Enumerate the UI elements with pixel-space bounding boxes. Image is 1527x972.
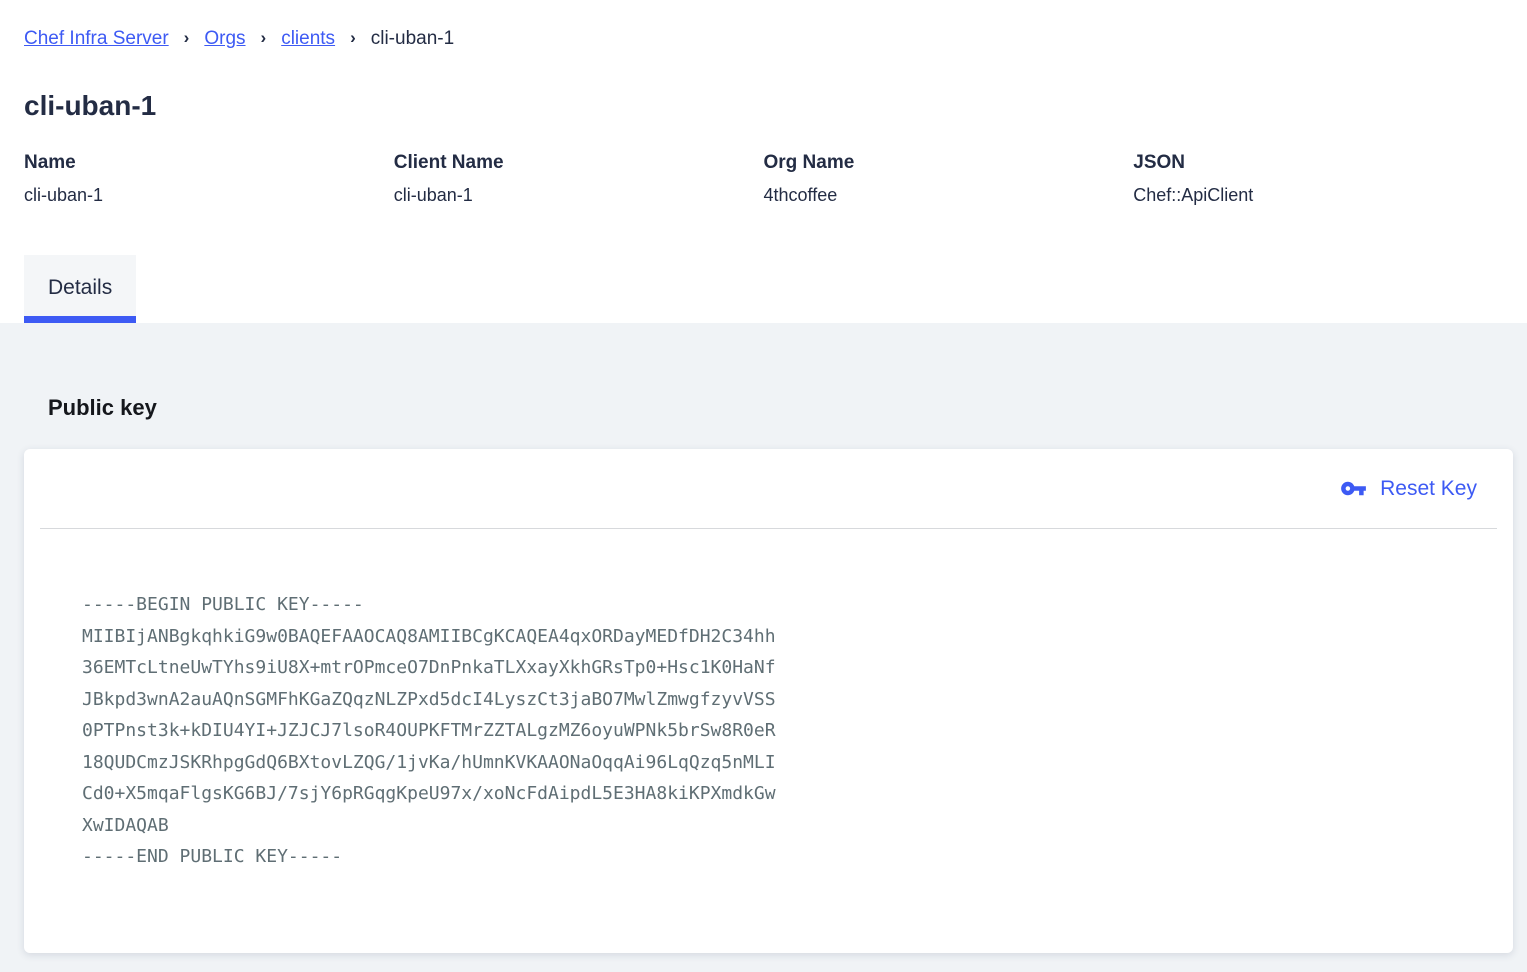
meta-label: Client Name xyxy=(394,152,764,174)
public-key-text: -----BEGIN PUBLIC KEY----- MIIBIjANBgkqh… xyxy=(24,529,1513,953)
client-metadata: Name cli-uban-1 Client Name cli-uban-1 O… xyxy=(0,152,1527,206)
meta-label: Name xyxy=(24,152,394,174)
public-key-card-body: -----BEGIN PUBLIC KEY----- MIIBIjANBgkqh… xyxy=(24,529,1513,953)
meta-field-client-name: Client Name cli-uban-1 xyxy=(394,152,764,206)
details-section: Public key Reset Key -----BEGIN PUBLIC K… xyxy=(0,323,1527,972)
meta-field-org-name: Org Name 4thcoffee xyxy=(764,152,1134,206)
reset-key-label: Reset Key xyxy=(1380,477,1477,501)
breadcrumb-current-client: cli-uban-1 xyxy=(371,28,454,50)
key-icon xyxy=(1340,475,1367,502)
chevron-right-icon: › xyxy=(261,28,267,48)
meta-field-name: Name cli-uban-1 xyxy=(24,152,394,206)
meta-value: cli-uban-1 xyxy=(394,185,764,206)
breadcrumb-link-chef-infra-server[interactable]: Chef Infra Server xyxy=(24,28,169,50)
meta-label: JSON xyxy=(1133,152,1503,174)
meta-field-json: JSON Chef::ApiClient xyxy=(1133,152,1503,206)
chevron-right-icon: › xyxy=(350,28,356,48)
breadcrumb: Chef Infra Server › Orgs › clients › cli… xyxy=(0,0,1527,50)
meta-value: Chef::ApiClient xyxy=(1133,185,1503,206)
tab-bar: Details xyxy=(0,255,1527,323)
page-title: cli-uban-1 xyxy=(24,90,1503,122)
meta-label: Org Name xyxy=(764,152,1134,174)
meta-value: cli-uban-1 xyxy=(24,185,394,206)
public-key-card: Reset Key -----BEGIN PUBLIC KEY----- MII… xyxy=(24,449,1513,953)
breadcrumb-link-orgs[interactable]: Orgs xyxy=(204,28,245,50)
tab-details[interactable]: Details xyxy=(24,255,136,323)
public-key-heading: Public key xyxy=(48,395,1527,421)
public-key-card-header: Reset Key xyxy=(40,449,1497,529)
meta-value: 4thcoffee xyxy=(764,185,1134,206)
reset-key-button[interactable]: Reset Key xyxy=(1336,473,1481,504)
chevron-right-icon: › xyxy=(184,28,190,48)
breadcrumb-link-clients[interactable]: clients xyxy=(281,28,335,50)
